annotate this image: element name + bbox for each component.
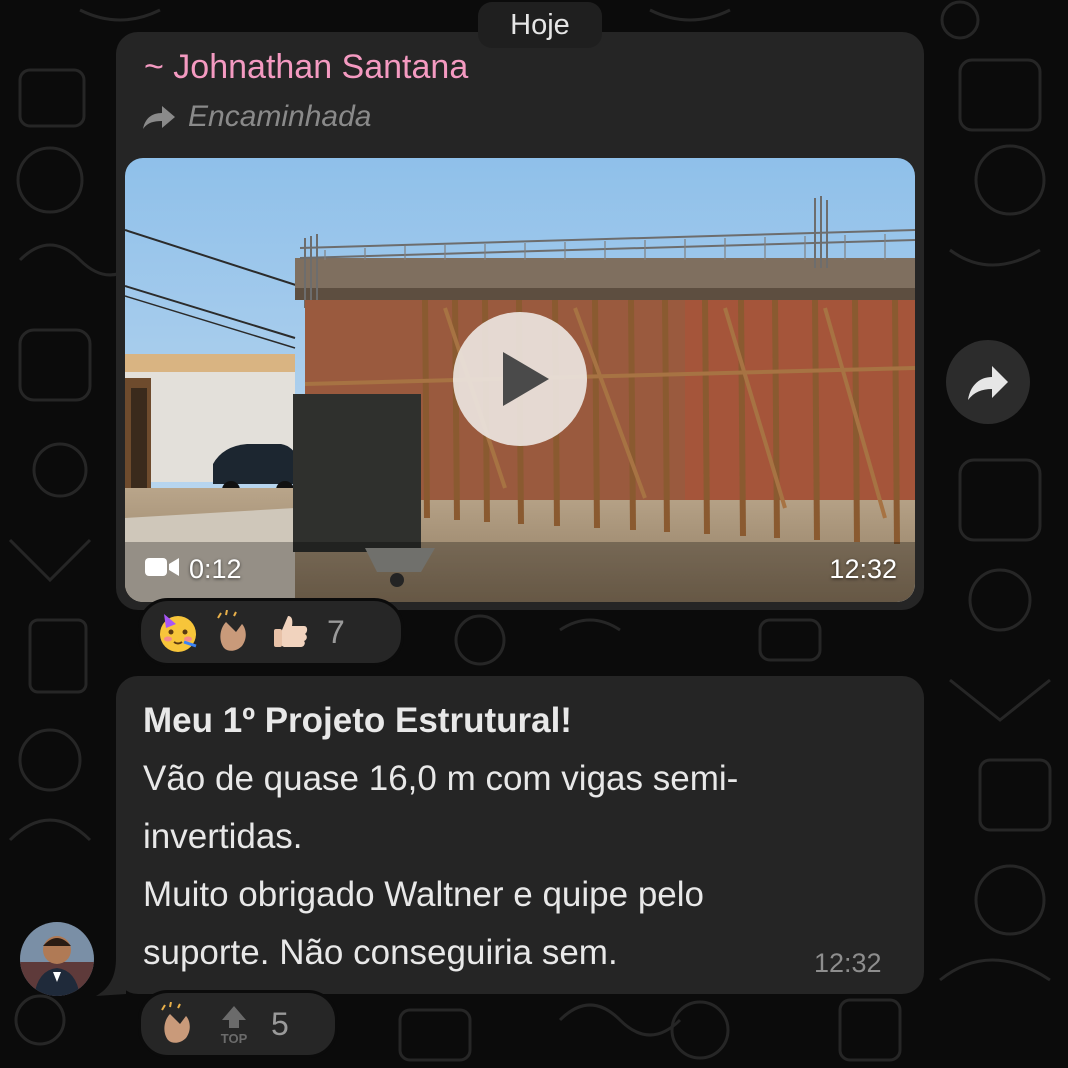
video-duration: 0:12 (145, 554, 242, 585)
bubble-tail (96, 958, 126, 996)
message-line: suporte. Não conseguiria sem. (143, 933, 618, 972)
reaction-count: 7 (327, 613, 345, 650)
video-camera-icon (145, 554, 181, 585)
clapping-hands-icon (211, 609, 257, 655)
video-duration-text: 0:12 (189, 554, 242, 584)
thumbs-up-icon (267, 609, 313, 655)
avatar[interactable] (20, 922, 94, 996)
forwarded-row: Encaminhada (142, 100, 371, 134)
message-line: invertidas. (143, 817, 303, 856)
top-label: TOP (221, 1031, 248, 1046)
video-timestamp: 12:32 (829, 554, 897, 584)
reactions-message-1[interactable]: 7 (138, 598, 404, 666)
forwarded-label: Encaminhada (188, 100, 372, 133)
partying-face-icon (155, 609, 201, 655)
video-thumbnail[interactable]: 0:12 12:32 (125, 158, 915, 602)
forward-share-button[interactable] (946, 340, 1030, 424)
message-text: Meu 1º Projeto Estrutural! Vão de quase … (143, 692, 903, 982)
reaction-count: 5 (271, 1005, 289, 1042)
message-timestamp: 12:32 (814, 948, 882, 978)
play-button[interactable] (453, 312, 587, 446)
date-chip: Hoje (478, 2, 602, 48)
reactions-message-2[interactable]: TOP 5 (138, 990, 338, 1058)
share-arrow-icon (968, 366, 1008, 400)
sender-name[interactable]: ~ Johnathan Santana (144, 48, 468, 87)
message-title-line: Meu 1º Projeto Estrutural! (143, 701, 572, 740)
top-arrow-icon: TOP (211, 1001, 257, 1047)
forward-arrow-icon (142, 104, 176, 130)
play-icon (503, 352, 549, 406)
clapping-hands-icon (155, 1001, 201, 1047)
message-line: Vão de quase 16,0 m com vigas semi- (143, 759, 739, 798)
message-line: Muito obrigado Waltner e quipe pelo (143, 875, 704, 914)
